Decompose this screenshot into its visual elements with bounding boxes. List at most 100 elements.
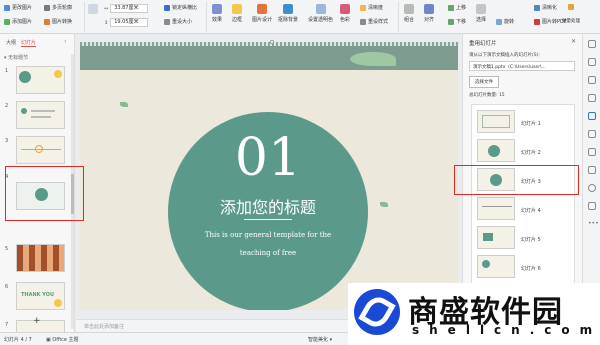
leaf-decoration — [380, 202, 388, 207]
add-slide-button[interactable]: + — [33, 316, 41, 326]
design-icon[interactable] — [588, 76, 596, 84]
slide-number: 6 — [5, 284, 9, 290]
slide-number: 4 — [5, 174, 9, 180]
color-button[interactable]: 色彩 — [340, 4, 350, 23]
select-pane-icon[interactable] — [588, 148, 596, 156]
change-picture-button[interactable]: 更改图片 — [4, 4, 32, 11]
leaf-decoration — [120, 102, 128, 107]
browse-file-button[interactable]: 选择文件 — [469, 76, 499, 88]
rotate-handle[interactable] — [270, 40, 274, 44]
reuse-slide-label[interactable]: 幻灯片 3 — [521, 178, 541, 185]
thumb-shape — [21, 108, 27, 114]
slide-number: 3 — [5, 138, 9, 144]
thumb-photo — [17, 245, 64, 271]
combine-button[interactable]: 组合 — [404, 4, 414, 23]
help-icon[interactable] — [588, 184, 596, 192]
slide-header-band — [80, 46, 458, 70]
smart-beautify-button[interactable]: 智能美化 ▾ — [308, 336, 332, 343]
scrollbar[interactable] — [71, 54, 74, 329]
thumb-line — [482, 206, 512, 207]
reuse-slide-label[interactable]: 幻灯片 6 — [521, 265, 541, 272]
thumb-shape — [54, 70, 62, 78]
select-icon — [476, 4, 486, 14]
reuse-thumb-6[interactable] — [477, 255, 515, 278]
watermark: 商盛软件园 shellcn.com — [348, 283, 600, 345]
crop-button[interactable] — [88, 4, 98, 14]
color-icon — [340, 4, 350, 14]
slide-thumbnail-5[interactable] — [16, 244, 65, 272]
settings-icon[interactable] — [588, 202, 596, 210]
title-underline — [244, 219, 292, 220]
slide-thumbnail-1[interactable] — [16, 66, 65, 94]
reuse-thumb-3[interactable] — [477, 168, 515, 191]
slide-thumbnail-2[interactable] — [16, 101, 65, 129]
border-icon — [232, 4, 242, 14]
crop-icon — [44, 4, 50, 11]
select-button[interactable]: 选择 — [476, 4, 486, 23]
slide-thumbnail-6[interactable]: THANK YOU — [16, 282, 65, 310]
slide-title: 添加您的标题 — [219, 198, 316, 217]
brightness-button[interactable]: 清晰度 — [360, 4, 383, 11]
tab-outline[interactable]: 大纲 — [6, 39, 16, 46]
add-picture-icon — [4, 18, 10, 25]
collapse-panel-icon[interactable]: ‹ — [64, 38, 66, 45]
rotate-button[interactable]: 旋转 — [496, 18, 514, 25]
chevron-down-icon: ▾ — [328, 337, 333, 343]
checkbox-checked-icon — [164, 4, 170, 11]
up-layer-icon — [448, 4, 454, 11]
remove-background-button[interactable]: 抠除背景 — [278, 4, 298, 23]
move-up-button[interactable]: 上移 — [448, 4, 466, 11]
picture-design-button[interactable]: 图片设计 — [252, 4, 272, 23]
slide[interactable]: 01 添加您的标题 This is our general template f… — [80, 42, 458, 310]
reuse-slide-label[interactable]: 幻灯片 2 — [521, 149, 541, 156]
picture-convert-button[interactable]: 图片转换 — [44, 18, 72, 25]
slide-subtitle-line-2: teaching of free — [239, 249, 297, 257]
reuse-slide-label[interactable]: 幻灯片 1 — [521, 120, 541, 127]
thumb-frame — [482, 115, 510, 128]
theme-label: ▣ Office 主题 — [46, 337, 79, 343]
combine-icon — [404, 4, 414, 14]
height-input[interactable]: 19.05厘米 — [110, 18, 149, 27]
move-down-button[interactable]: 下移 — [448, 18, 466, 25]
thumb-line — [31, 116, 51, 118]
effects-button[interactable]: 效果 — [212, 4, 222, 23]
shape-icon[interactable] — [588, 94, 596, 102]
reuse-slides-icon[interactable] — [588, 112, 596, 120]
add-picture-button[interactable]: 添加图片 — [4, 18, 32, 25]
clarify-button[interactable]: 清晰化 — [534, 4, 557, 11]
effects-icon — [212, 4, 222, 14]
reuse-slide-label[interactable]: 幻灯片 5 — [521, 236, 541, 243]
section-header[interactable]: ▾ 无标题节 — [4, 54, 28, 61]
reuse-slide-label[interactable]: 幻灯片 4 — [521, 207, 541, 214]
transparent-icon — [315, 4, 326, 14]
reuse-thumb-4[interactable] — [477, 197, 515, 220]
width-icon: ↔ — [104, 5, 109, 12]
reuse-thumb-2[interactable] — [477, 139, 515, 162]
ribbon-toolbar: 更改图片 添加图片 多页轮廓 图片转换 ↔ 33.87厘米 ↕ 19.05厘米 锁定… — [0, 0, 600, 34]
close-icon[interactable]: ✕ — [571, 38, 576, 45]
height-icon: ↕ — [104, 19, 109, 26]
slide-big-number: 01 — [234, 128, 302, 188]
set-transparent-button[interactable]: 设置透明色 — [308, 4, 333, 23]
slide-thumbnail-4-selected[interactable] — [16, 182, 65, 210]
navigation-icon[interactable] — [588, 166, 596, 174]
animation-icon[interactable] — [588, 58, 596, 66]
panel-title: 重用幻灯片 — [469, 41, 497, 47]
width-input[interactable]: 33.87厘米 — [110, 4, 149, 13]
backup-icon[interactable] — [588, 130, 596, 138]
reset-style-button[interactable]: 重设样式 — [360, 18, 388, 25]
property-icon[interactable] — [588, 40, 596, 48]
lock-ratio-checkbox[interactable]: 锁定纵横比 — [164, 4, 197, 11]
slide-thumbnail-3[interactable] — [16, 136, 65, 164]
reuse-thumb-5[interactable] — [477, 226, 515, 249]
more-icon[interactable]: ••• — [588, 220, 599, 227]
reuse-thumb-1[interactable] — [477, 110, 515, 133]
align-button[interactable]: 对齐 — [424, 4, 434, 23]
scrollbar-thumb[interactable] — [71, 174, 74, 214]
multi-crop-button[interactable]: 多页轮廓 — [44, 4, 72, 11]
tab-slides[interactable]: 幻灯片 — [21, 39, 37, 47]
border-button[interactable]: 边框 — [232, 4, 242, 23]
file-path-select[interactable]: 演示文稿1.pptx（C:\Users\user\... — [469, 61, 575, 71]
batch-process-button[interactable] — [568, 4, 574, 10]
reset-size-button[interactable]: 重设大小 — [164, 18, 192, 25]
